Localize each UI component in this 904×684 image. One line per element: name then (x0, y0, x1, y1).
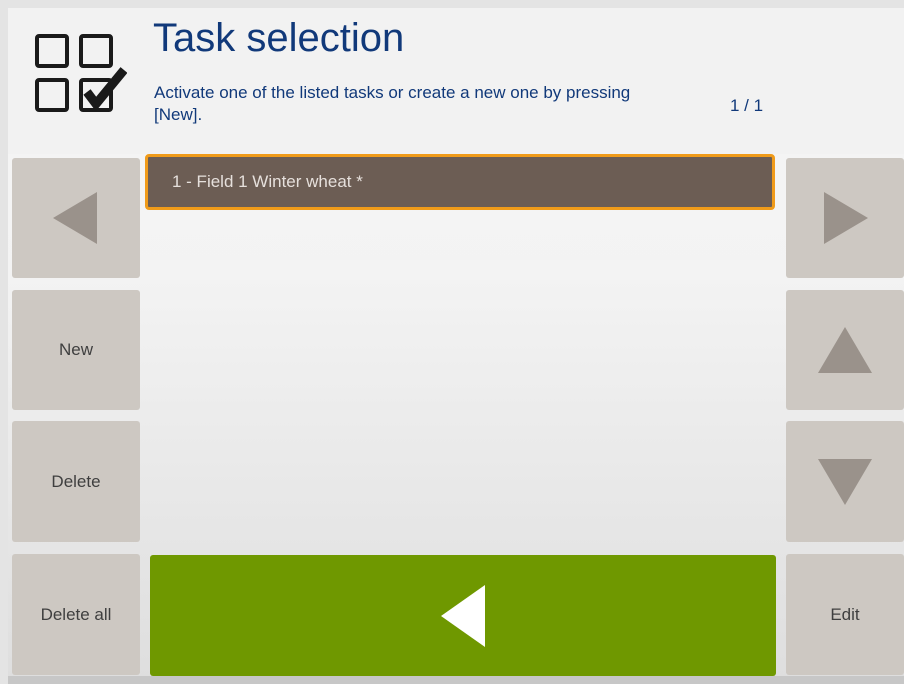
delete-all-button[interactable]: Delete all (12, 554, 140, 675)
delete-all-button-label: Delete all (40, 604, 112, 624)
task-checklist-icon (35, 34, 127, 112)
page-subtitle: Activate one of the listed tasks or crea… (154, 83, 631, 124)
delete-button-label: Delete (51, 471, 101, 491)
new-button[interactable]: New (12, 290, 140, 410)
edit-button-label: Edit (830, 604, 860, 624)
next-button[interactable] (786, 158, 904, 278)
list-item[interactable]: 1 - Field 1 Winter wheat * (145, 154, 775, 210)
bottom-edge (8, 676, 904, 684)
arrow-left-icon (53, 192, 97, 244)
scroll-down-button[interactable] (786, 421, 904, 542)
confirm-button[interactable] (150, 555, 776, 676)
new-button-label: New (58, 340, 93, 359)
back-arrow-icon (441, 584, 485, 647)
arrow-down-icon (818, 458, 872, 505)
prev-button[interactable] (12, 158, 140, 278)
edit-button[interactable]: Edit (786, 554, 904, 675)
header (8, 8, 904, 154)
task-list: 1 - Field 1 Winter wheat * (145, 154, 781, 548)
arrow-up-icon (818, 327, 872, 373)
delete-button[interactable]: Delete (12, 421, 140, 542)
page-title: Task selection (153, 16, 405, 60)
page-indicator: 1 / 1 (730, 96, 764, 115)
arrow-right-icon (824, 192, 868, 244)
scroll-up-button[interactable] (786, 290, 904, 410)
task-label: 1 - Field 1 Winter wheat * (172, 172, 363, 191)
